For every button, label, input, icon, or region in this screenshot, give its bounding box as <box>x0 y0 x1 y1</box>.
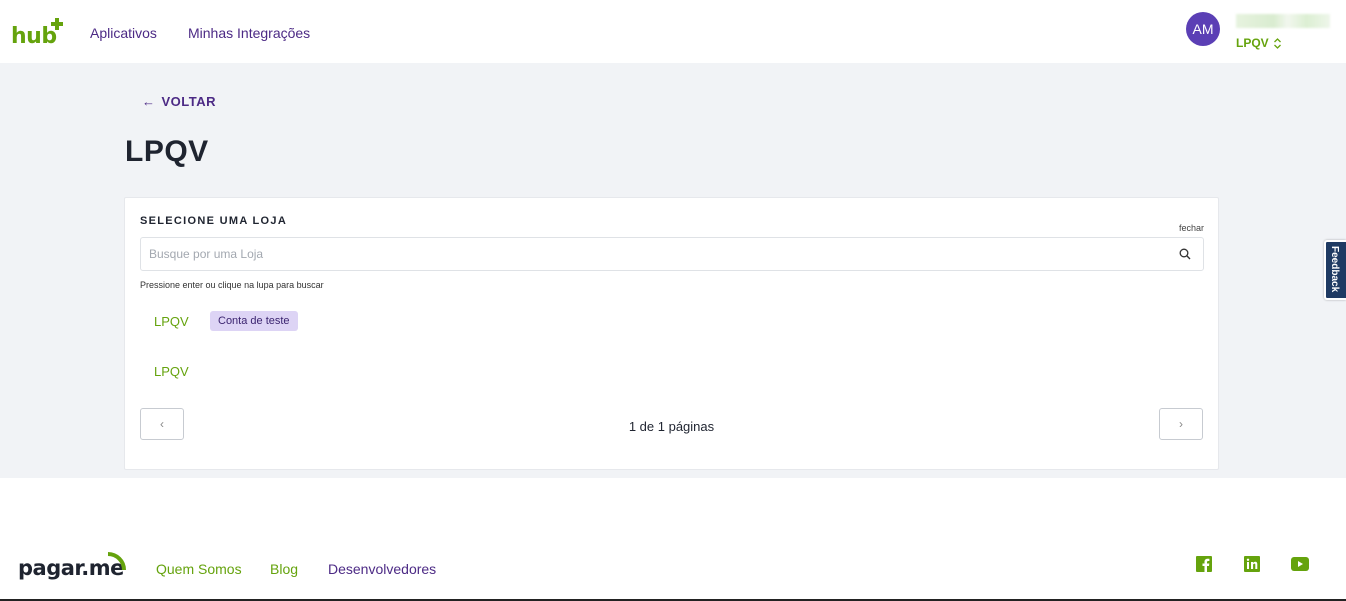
facebook-icon[interactable] <box>1196 556 1212 572</box>
footer: pagar.me Quem Somos Blog Desenvolvedores <box>0 478 1346 601</box>
footer-link-desenvolvedores[interactable]: Desenvolvedores <box>328 561 436 577</box>
store-switcher-label: LPQV <box>1236 36 1269 50</box>
hub-logo[interactable]: hub <box>11 18 63 49</box>
chevron-up-down-icon <box>1273 37 1281 49</box>
next-page-button[interactable]: › <box>1159 408 1203 440</box>
list-item[interactable]: LPQV <box>154 364 189 379</box>
youtube-icon[interactable] <box>1291 556 1309 572</box>
search-input[interactable] <box>141 238 1161 270</box>
card-label: SELECIONE UMA LOJA <box>140 215 288 227</box>
test-account-badge: Conta de teste <box>210 311 298 331</box>
back-link[interactable]: ← VOLTAR <box>142 94 216 109</box>
feedback-tab[interactable]: Feedback <box>1324 240 1346 300</box>
footer-link-blog[interactable]: Blog <box>270 561 298 577</box>
pagination-text: 1 de 1 páginas <box>628 419 715 434</box>
close-link[interactable]: fechar <box>1179 223 1204 233</box>
pagarme-arc-icon <box>107 552 126 571</box>
store-switcher[interactable]: LPQV <box>1236 36 1282 50</box>
search-box <box>140 237 1204 271</box>
feedback-label: Feedback <box>1329 246 1340 293</box>
store-select-card: SELECIONE UMA LOJA fechar Pressione ente… <box>124 197 1219 470</box>
top-header: hub Aplicativos Minhas Integrações AM LP… <box>0 0 1346 63</box>
nav-minhas-integracoes[interactable]: Minhas Integrações <box>188 25 310 41</box>
search-icon[interactable] <box>1179 248 1191 260</box>
back-label: VOLTAR <box>161 94 217 109</box>
list-item[interactable]: LPQV <box>154 314 189 329</box>
page-title: LPQV <box>125 135 209 168</box>
nav-aplicativos[interactable]: Aplicativos <box>90 25 157 41</box>
chevron-right-icon: › <box>1179 417 1183 431</box>
user-name-redacted <box>1236 14 1330 28</box>
linkedin-icon[interactable] <box>1244 556 1260 572</box>
footer-link-quem-somos[interactable]: Quem Somos <box>156 561 242 577</box>
arrow-left-icon: ← <box>142 94 156 109</box>
search-hint: Pressione enter ou clique na lupa para b… <box>140 280 324 290</box>
hub-logo-text: hub <box>11 24 57 49</box>
plus-icon <box>51 18 63 30</box>
main-content: ← VOLTAR LPQV SELECIONE UMA LOJA fechar … <box>0 63 1346 478</box>
avatar[interactable]: AM <box>1186 12 1220 46</box>
